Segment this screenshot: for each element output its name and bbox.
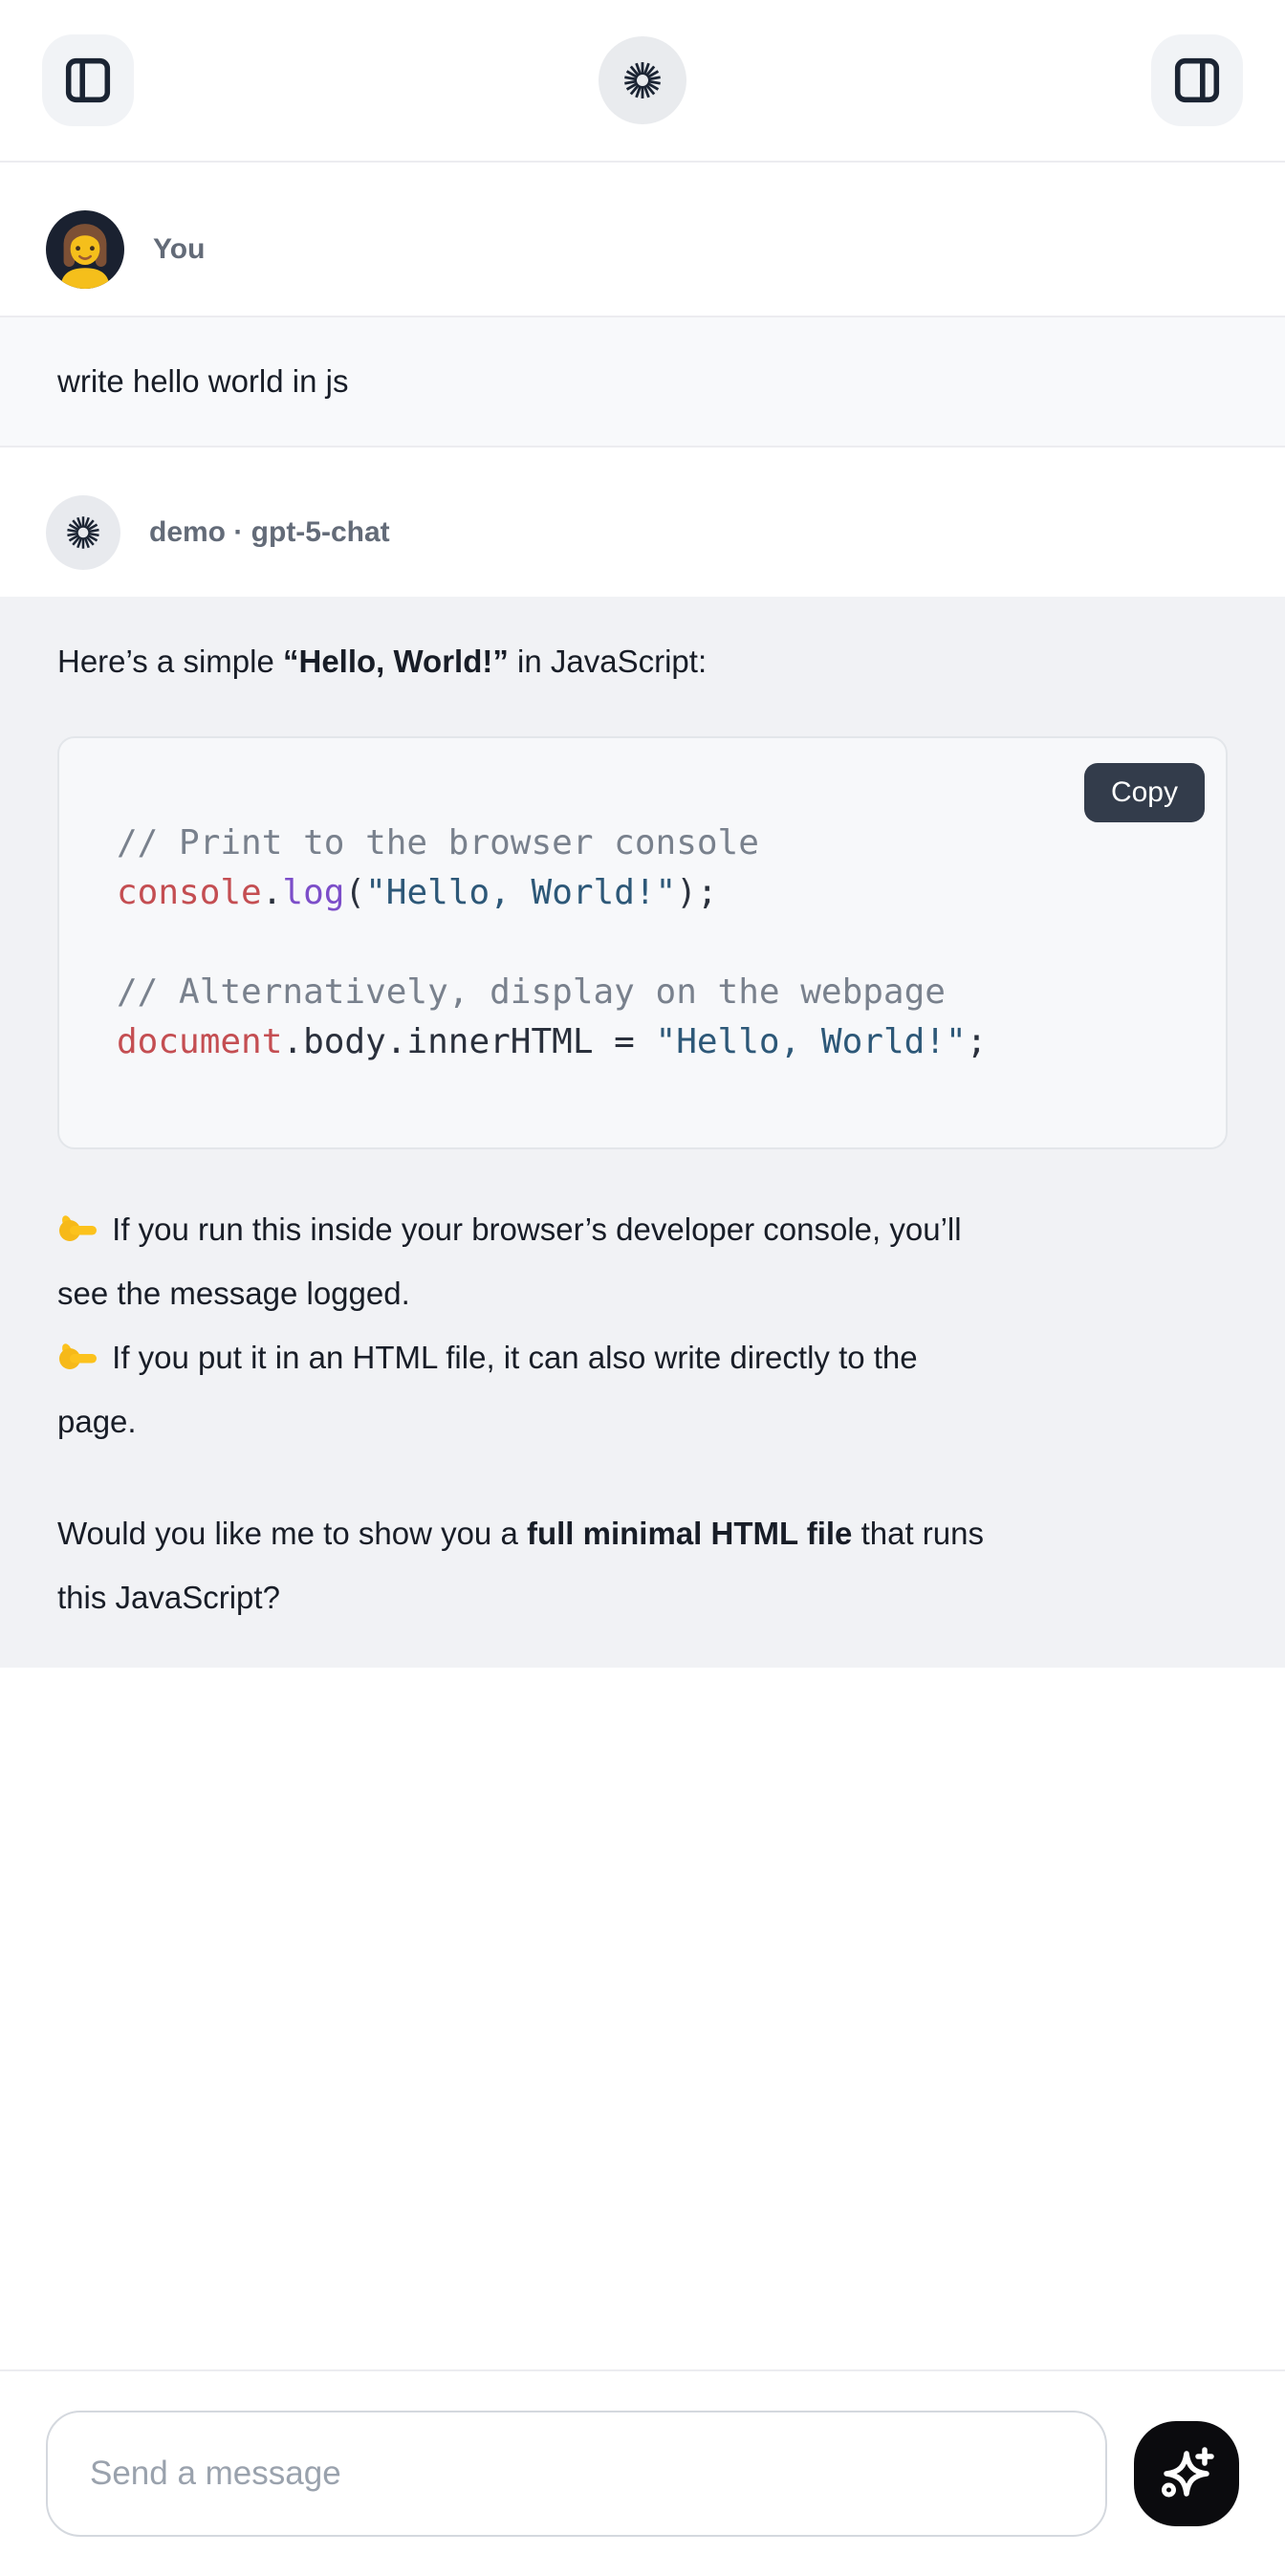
composer bbox=[0, 2369, 1285, 2576]
panel-left-icon bbox=[60, 53, 116, 108]
assistant-message: Here’s a simple “Hello, World!” in JavaS… bbox=[0, 597, 1285, 1668]
assistant-paragraph: If you run this inside your browser’s de… bbox=[57, 1197, 1228, 1453]
assistant-message-header: demo · gpt-5-chat bbox=[0, 448, 1285, 597]
person-emoji-icon bbox=[46, 210, 124, 289]
sidebar-toggle-button[interactable] bbox=[42, 34, 134, 126]
code-line bbox=[117, 918, 1172, 968]
assistant-avatar bbox=[46, 495, 120, 570]
assistant-paragraphs: If you run this inside your browser’s de… bbox=[57, 1197, 1228, 1629]
send-button[interactable] bbox=[1134, 2421, 1239, 2526]
code-block: Copy // Print to the browser consolecons… bbox=[57, 736, 1228, 1149]
conversation: You write hello world in js demo · gpt-5… bbox=[0, 163, 1285, 1668]
message-input[interactable] bbox=[46, 2411, 1107, 2537]
sparkle-icon bbox=[1156, 2443, 1217, 2504]
code-content: // Print to the browser consoleconsole.l… bbox=[117, 819, 1172, 1067]
app-logo-button[interactable] bbox=[599, 36, 686, 124]
assistant-intro: Here’s a simple “Hello, World!” in JavaS… bbox=[57, 639, 1228, 685]
right-panel-toggle-button[interactable] bbox=[1151, 34, 1243, 126]
user-message: write hello world in js bbox=[0, 316, 1285, 448]
user-name-label: You bbox=[153, 233, 205, 266]
code-line: console.log("Hello, World!"); bbox=[117, 868, 1172, 918]
user-avatar bbox=[46, 210, 124, 289]
panel-right-icon bbox=[1169, 53, 1225, 108]
pointing-right-icon bbox=[57, 1341, 98, 1371]
user-message-text: write hello world in js bbox=[57, 363, 348, 400]
assistant-paragraph: Would you like me to show you a full min… bbox=[57, 1501, 1228, 1629]
code-line: document.body.innerHTML = "Hello, World!… bbox=[117, 1017, 1172, 1067]
assistant-model-label: demo · gpt-5-chat bbox=[149, 516, 390, 549]
starburst-icon bbox=[61, 511, 105, 555]
pointing-right-icon bbox=[57, 1212, 98, 1243]
code-line: // Alternatively, display on the webpage bbox=[117, 968, 1172, 1017]
top-bar bbox=[0, 0, 1285, 163]
user-message-header: You bbox=[0, 163, 1285, 316]
starburst-icon bbox=[618, 55, 667, 105]
code-line: // Print to the browser console bbox=[117, 819, 1172, 868]
copy-code-button[interactable]: Copy bbox=[1084, 763, 1205, 822]
